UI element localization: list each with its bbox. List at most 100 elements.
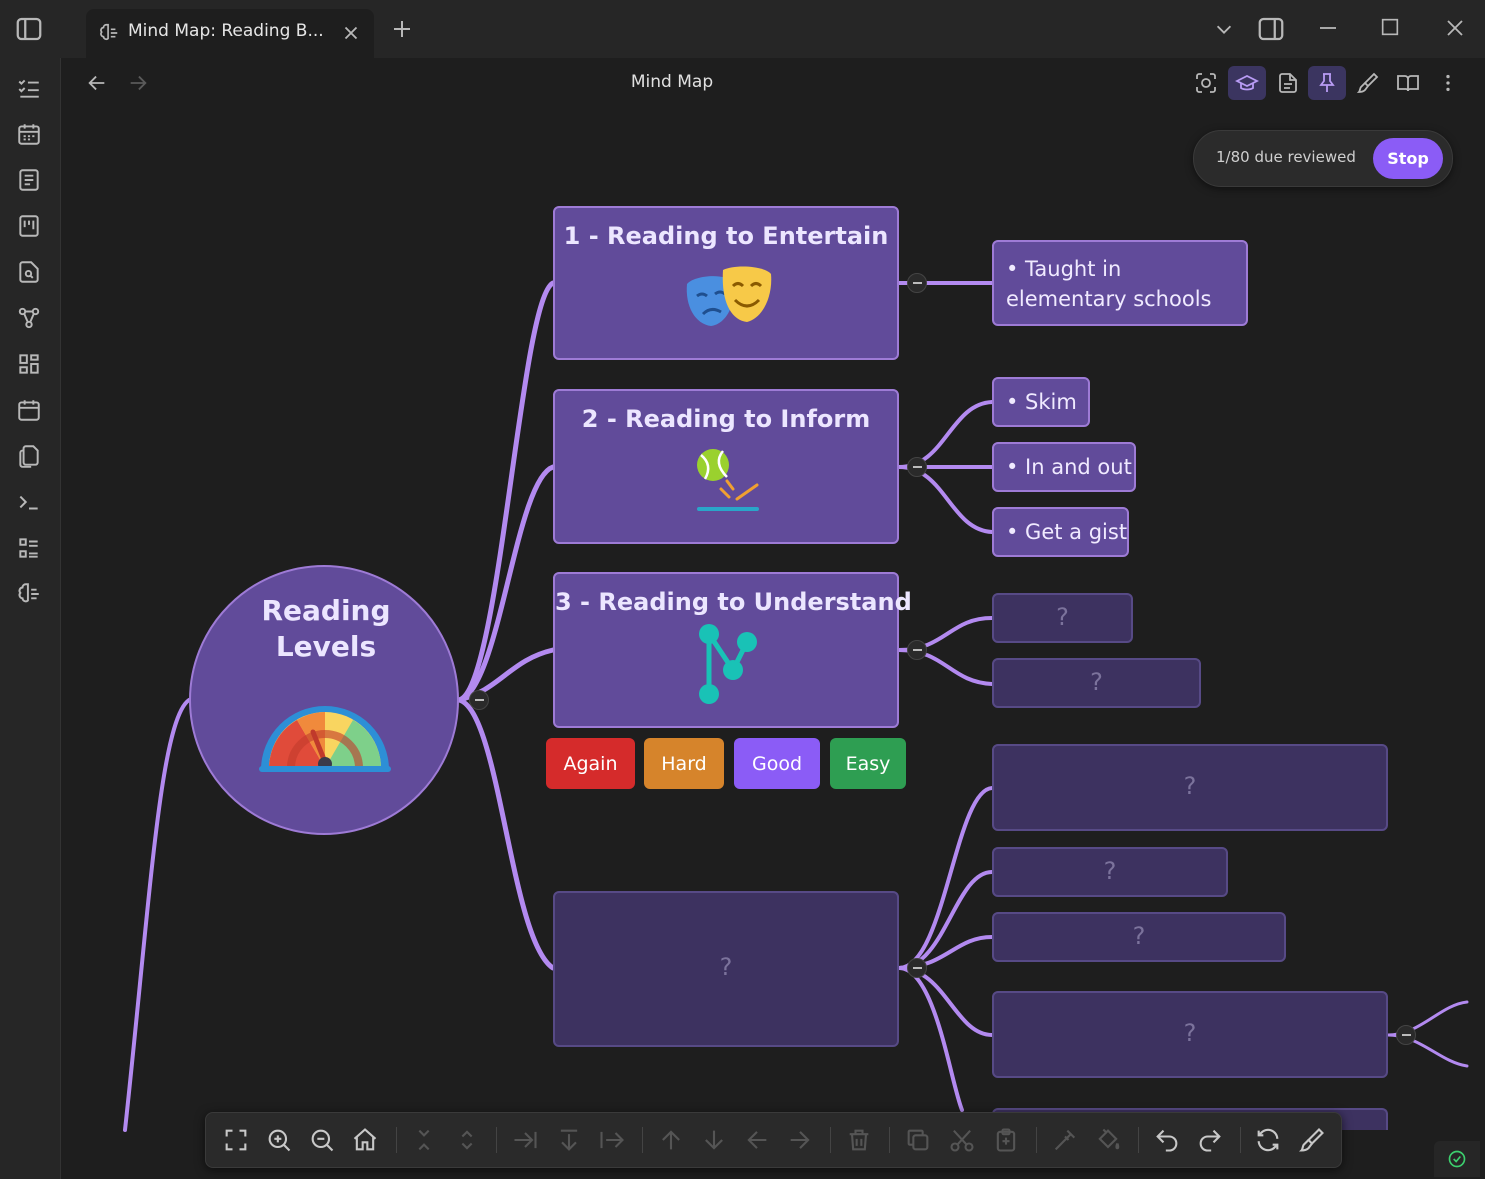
hidden-leaf-node-4-4[interactable]: ? (992, 991, 1388, 1078)
hidden-placeholder: ? (1132, 922, 1146, 950)
undo-icon[interactable] (1153, 1126, 1181, 1154)
brain-icon (98, 22, 120, 44)
speedometer-icon (255, 692, 395, 777)
collapse-toggle-branch-1[interactable] (907, 273, 927, 293)
easy-button[interactable]: Easy (830, 738, 906, 789)
hidden-placeholder: ? (1183, 772, 1197, 800)
mindmap-toolbar (205, 1112, 1342, 1168)
add-parent-icon[interactable] (598, 1126, 626, 1154)
sync-status-icon[interactable] (1434, 1141, 1480, 1177)
book-icon[interactable] (1396, 71, 1420, 95)
branch-node-2[interactable]: 2 - Reading to Inform (553, 389, 899, 544)
pin-icon[interactable] (1308, 66, 1346, 100)
flashcards-brain-icon[interactable] (16, 581, 42, 607)
tab-title: Mind Map: Reading B... (128, 21, 324, 41)
graph-icon[interactable] (16, 305, 42, 331)
title-bar: Mind Map: Reading B... (0, 0, 1485, 58)
kanban-icon[interactable] (16, 213, 42, 239)
move-right-icon[interactable] (786, 1126, 814, 1154)
review-status-pill: 1/80 due reviewed Stop (1193, 130, 1453, 187)
leaf-text-2-3: • Get a gist (1006, 520, 1128, 544)
outline-icon[interactable] (16, 535, 42, 561)
collapse-toggle-root[interactable] (469, 690, 489, 710)
hidden-leaf-node-3-1[interactable]: ? (992, 593, 1133, 643)
again-button[interactable]: Again (546, 738, 635, 789)
copy-icon[interactable] (904, 1126, 932, 1154)
move-left-icon[interactable] (743, 1126, 771, 1154)
branch-title-3: 3 - Reading to Understand (555, 588, 912, 616)
zoom-out-icon[interactable] (308, 1126, 336, 1154)
paste-icon[interactable] (992, 1126, 1020, 1154)
hidden-leaf-node-4-3[interactable]: ? (992, 912, 1286, 962)
leaf-node-2-1[interactable]: • Skim (992, 377, 1090, 427)
hidden-leaf-node-3-2[interactable]: ? (992, 658, 1201, 708)
tab-mind-map[interactable]: Mind Map: Reading B... (86, 9, 374, 58)
hidden-placeholder: ? (1103, 857, 1117, 885)
branch-node-1[interactable]: 1 - Reading to Entertain (553, 206, 899, 360)
tennis-ball-bounce-icon (693, 447, 763, 513)
close-window-icon[interactable] (1443, 16, 1467, 40)
view-title: Mind Map (630, 72, 714, 92)
back-arrow-icon[interactable] (86, 72, 108, 94)
redo-icon[interactable] (1196, 1126, 1224, 1154)
collapse-toggle-branch-4[interactable] (907, 958, 927, 978)
review-status-text: 1/80 due reviewed (1216, 148, 1356, 166)
daily-note-icon[interactable] (16, 397, 42, 423)
fill-bucket-icon[interactable] (1094, 1126, 1122, 1154)
document-icon[interactable] (1276, 71, 1300, 95)
home-icon[interactable] (351, 1126, 379, 1154)
hard-button[interactable]: Hard (644, 738, 724, 789)
stop-review-button[interactable]: Stop (1373, 138, 1443, 179)
tab-list-chevron-icon[interactable] (1213, 18, 1235, 40)
minimize-icon[interactable] (1316, 16, 1340, 40)
collapse-toggle-branch-3[interactable] (907, 640, 927, 660)
hidden-leaf-node-4-1[interactable]: ? (992, 744, 1388, 831)
collapse-all-icon[interactable] (410, 1126, 438, 1154)
move-down-icon[interactable] (700, 1126, 728, 1154)
theme-brush-icon[interactable] (1298, 1126, 1326, 1154)
hidden-placeholder: ? (1090, 668, 1103, 696)
search-file-icon[interactable] (16, 259, 42, 285)
leaf-text-2-2: • In and out (1006, 455, 1132, 479)
hidden-leaf-node-4-2[interactable]: ? (992, 847, 1228, 897)
color-picker-icon[interactable] (1051, 1126, 1079, 1154)
review-mode-icon[interactable] (1228, 66, 1266, 100)
copy-files-icon[interactable] (16, 443, 42, 469)
expand-all-icon[interactable] (453, 1126, 481, 1154)
terminal-icon[interactable] (16, 489, 42, 515)
tasks-icon[interactable] (16, 75, 42, 101)
close-tab-icon[interactable] (340, 22, 362, 44)
root-node[interactable]: Reading Levels (189, 565, 459, 835)
branch-title-1: 1 - Reading to Entertain (563, 222, 889, 250)
dashboard-icon[interactable] (16, 351, 42, 377)
branch-node-3[interactable]: 3 - Reading to Understand (553, 572, 912, 728)
move-up-icon[interactable] (657, 1126, 685, 1154)
focus-scan-icon[interactable] (1194, 71, 1218, 95)
right-sidebar-toggle-icon[interactable] (1256, 14, 1286, 44)
leaf-node-2-2[interactable]: • In and out (992, 442, 1136, 492)
leaf-node-1-1[interactable]: • Taught in elementary schools (992, 240, 1248, 326)
refresh-icon[interactable] (1254, 1126, 1282, 1154)
collapse-toggle-leaf-4-4[interactable] (1396, 1025, 1416, 1045)
brush-icon[interactable] (1356, 71, 1380, 95)
add-sibling-icon[interactable] (555, 1126, 583, 1154)
branch-title-2: 2 - Reading to Inform (581, 405, 871, 433)
leaf-node-2-3[interactable]: • Get a gist (992, 507, 1129, 557)
more-options-icon[interactable] (1437, 71, 1459, 95)
delete-icon[interactable] (845, 1126, 873, 1154)
good-button[interactable]: Good (734, 738, 820, 789)
note-icon[interactable] (16, 167, 42, 193)
cut-icon[interactable] (948, 1126, 976, 1154)
sidebar-toggle-icon[interactable] (14, 14, 44, 44)
new-tab-icon[interactable] (390, 17, 414, 41)
fullscreen-icon[interactable] (222, 1126, 250, 1154)
left-ribbon (0, 58, 61, 1179)
hidden-branch-node-4[interactable]: ? (553, 891, 899, 1047)
network-nodes-icon (691, 622, 765, 708)
add-child-icon[interactable] (511, 1126, 539, 1154)
collapse-toggle-branch-2[interactable] (907, 457, 927, 477)
zoom-in-icon[interactable] (265, 1126, 293, 1154)
maximize-icon[interactable] (1379, 16, 1401, 38)
calendar-icon[interactable] (16, 121, 42, 147)
forward-arrow-icon[interactable] (127, 72, 149, 94)
